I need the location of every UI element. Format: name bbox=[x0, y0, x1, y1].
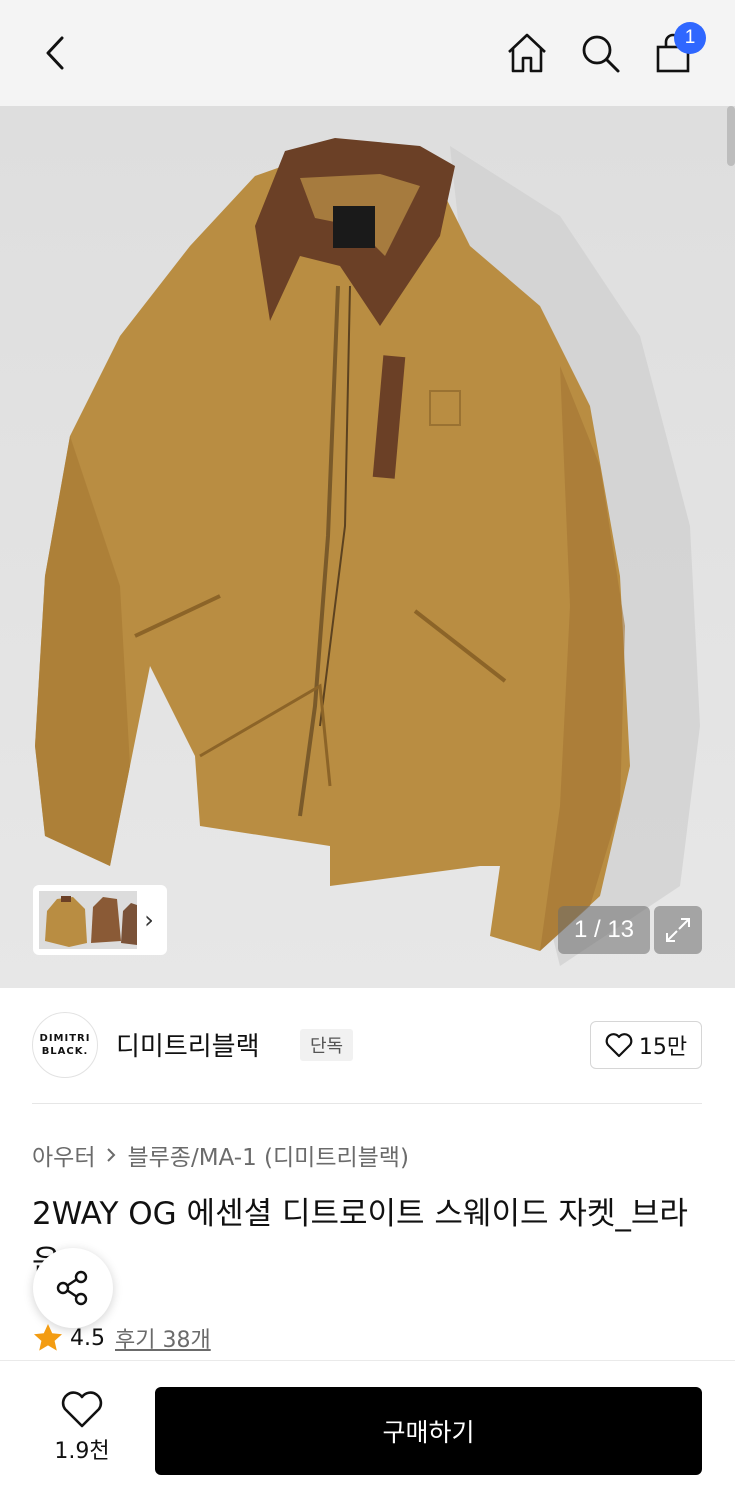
thumbnail-images bbox=[39, 891, 137, 949]
expand-icon bbox=[666, 918, 690, 942]
star-icon bbox=[34, 1324, 62, 1351]
share-icon bbox=[56, 1270, 88, 1306]
brand-logo[interactable]: DIMITRI BLACK. bbox=[32, 1012, 98, 1078]
chevron-left-icon bbox=[46, 36, 64, 70]
divider bbox=[32, 1103, 702, 1104]
product-title: 2WAY OG 에센셜 디트로이트 스웨이드 자켓_브라운 bbox=[32, 1196, 688, 1280]
back-button[interactable] bbox=[30, 26, 84, 80]
home-button[interactable] bbox=[500, 26, 554, 80]
exclusive-badge: 단독 bbox=[300, 1029, 354, 1061]
heart-icon bbox=[61, 1391, 103, 1428]
top-navigation-bar: 1 bbox=[0, 0, 735, 106]
brand-row: DIMITRI BLACK. 디미트리블랙 단독 15만 bbox=[32, 1012, 702, 1078]
breadcrumb-category[interactable]: 아우터 bbox=[32, 1138, 95, 1172]
brand-name[interactable]: 디미트리블랙 bbox=[116, 1026, 260, 1063]
scrollbar[interactable] bbox=[727, 106, 735, 166]
brand-logo-line2: BLACK. bbox=[41, 1046, 89, 1057]
thumbnail-strip[interactable]: › bbox=[33, 885, 167, 955]
chevron-right-icon bbox=[107, 1148, 116, 1162]
rating-value: 4.5 bbox=[70, 1325, 105, 1351]
expand-button[interactable] bbox=[654, 906, 702, 954]
cart-button[interactable]: 1 bbox=[646, 22, 706, 80]
search-icon bbox=[582, 35, 620, 73]
product-image[interactable] bbox=[0, 106, 735, 988]
heart-icon bbox=[605, 1033, 633, 1058]
reviews-link[interactable]: 후기 38개 bbox=[115, 1322, 211, 1354]
bottom-action-bar: 1.9천 구매하기 bbox=[0, 1360, 735, 1500]
brand-logo-line1: DIMITRI bbox=[39, 1033, 91, 1044]
buy-button[interactable]: 구매하기 bbox=[155, 1387, 702, 1475]
search-button[interactable] bbox=[573, 26, 627, 80]
brand-like-button[interactable]: 15만 bbox=[590, 1021, 702, 1069]
wishlist-button[interactable]: 1.9천 bbox=[40, 1389, 124, 1465]
rating-row: 4.5 후기 38개 bbox=[32, 1322, 211, 1354]
image-counter: 1 / 13 bbox=[558, 906, 650, 954]
breadcrumb-subcategory[interactable]: 블루종/MA-1 (디미트리블랙) bbox=[127, 1138, 408, 1172]
wishlist-count: 1.9천 bbox=[54, 1439, 110, 1464]
cart-count-badge: 1 bbox=[674, 22, 706, 54]
brand-like-count: 15만 bbox=[638, 1035, 688, 1060]
breadcrumb: 아우터 블루종/MA-1 (디미트리블랙) bbox=[32, 1138, 409, 1172]
home-icon bbox=[508, 33, 546, 73]
jacket-image bbox=[35, 138, 700, 966]
chevron-right-icon: › bbox=[144, 906, 154, 934]
share-button[interactable] bbox=[33, 1248, 113, 1328]
